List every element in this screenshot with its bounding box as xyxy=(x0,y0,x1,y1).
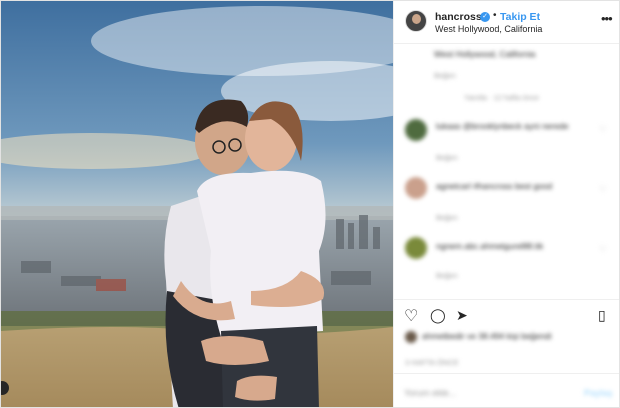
avatar[interactable] xyxy=(405,10,427,32)
verified-badge-icon: ✓ xyxy=(480,12,490,22)
post-actions: ♡ ◯ ➤ ▯ xyxy=(394,299,619,330)
share-icon[interactable]: ➤ xyxy=(456,307,468,324)
header-separator: • xyxy=(493,10,497,21)
comment-like-link[interactable]: Beğen xyxy=(436,213,458,222)
likes-count[interactable]: ahmetbedir ve 38.494 kişi beğendi xyxy=(422,331,612,341)
comment-text: West Hollywood, California xyxy=(434,49,536,59)
comment-text: lukaas @brooklynbeck ayni nerede xyxy=(436,121,569,131)
instagram-post-window: hancross ✓ • Takip Et West Hollywood, Ca… xyxy=(0,0,620,408)
comment-time: Yanıtla · 12 hafta önce xyxy=(464,93,539,102)
avatar[interactable] xyxy=(405,237,427,259)
comment-composer: Yorum ekle... Paylaş xyxy=(394,373,619,407)
post-side-panel: hancross ✓ • Takip Et West Hollywood, Ca… xyxy=(393,1,619,407)
more-options-icon[interactable]: ••• xyxy=(601,11,613,26)
post-comment-button[interactable]: Paylaş xyxy=(584,388,613,398)
add-comment-input[interactable]: Yorum ekle... xyxy=(404,388,456,398)
post-header: hancross ✓ • Takip Et West Hollywood, Ca… xyxy=(394,1,619,44)
avatar[interactable] xyxy=(405,331,417,343)
comment-text: agnetcarl #hancross best good xyxy=(436,181,553,191)
location-link[interactable]: West Hollywood, California xyxy=(435,24,542,34)
avatar[interactable] xyxy=(405,177,427,199)
post-photo[interactable] xyxy=(1,1,393,407)
follow-button[interactable]: Takip Et xyxy=(500,11,540,23)
avatar[interactable] xyxy=(405,119,427,141)
comment-like-link[interactable]: Beğen xyxy=(436,153,458,162)
comment-heart-icon[interactable]: ♡ xyxy=(599,244,607,255)
bookmark-icon[interactable]: ▯ xyxy=(598,307,606,324)
comment-like-link[interactable]: Beğen xyxy=(436,271,458,280)
heart-icon[interactable]: ♡ xyxy=(404,306,418,326)
comment-icon[interactable]: ◯ xyxy=(430,307,446,324)
comment-like-link[interactable]: Beğen xyxy=(434,71,456,80)
comment-heart-icon[interactable]: ♡ xyxy=(599,184,607,195)
couple-hug-photo xyxy=(1,1,393,407)
comment-text: ngnem.abc.ahmetgurellllll.tik xyxy=(436,241,544,251)
comment-heart-icon[interactable]: ♡ xyxy=(599,124,607,135)
username[interactable]: hancross xyxy=(435,11,482,23)
post-timestamp: 3 HAFTA ÖNCE xyxy=(405,358,459,367)
